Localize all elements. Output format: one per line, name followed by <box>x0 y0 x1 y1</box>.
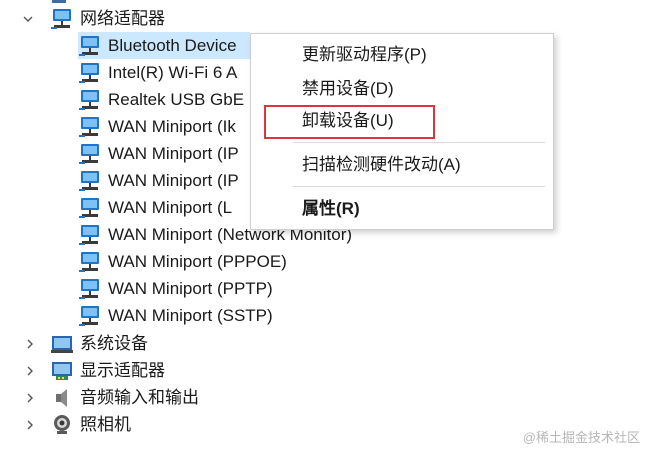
network-adapter-icon <box>78 278 102 300</box>
adapter-item[interactable]: WAN Miniport (SSTP) <box>78 302 273 329</box>
network-adapter-icon <box>50 8 74 30</box>
network-adapter-icon <box>78 224 102 246</box>
category-label: 系统设备 <box>80 334 148 353</box>
menu-item-properties[interactable]: 属性(R) <box>302 197 360 221</box>
network-adapter-icon <box>78 89 102 111</box>
adapter-item[interactable]: WAN Miniport (Ik <box>78 113 236 140</box>
network-adapter-icon <box>78 170 102 192</box>
network-adapter-icon <box>78 251 102 273</box>
adapter-label: WAN Miniport (SSTP) <box>108 306 273 325</box>
camera-icon <box>54 414 70 434</box>
adapter-item[interactable]: Intel(R) Wi-Fi 6 A <box>78 59 237 86</box>
menu-item-disable-device[interactable]: 禁用设备(D) <box>302 77 394 101</box>
category-label: 照相机 <box>80 415 131 434</box>
system-devices-icon <box>51 335 73 353</box>
chevron-right-icon[interactable] <box>24 338 36 350</box>
network-adapter-icon <box>78 197 102 219</box>
network-adapter-icon <box>78 62 102 84</box>
menu-item-scan-hardware[interactable]: 扫描检测硬件改动(A) <box>302 153 461 177</box>
category-label: 网络适配器 <box>80 9 165 28</box>
adapter-item[interactable]: Bluetooth Device <box>78 32 250 59</box>
network-adapter-icon <box>78 143 102 165</box>
adapter-label: Realtek USB GbE <box>108 90 245 109</box>
adapter-label: Intel(R) Wi-Fi 6 A <box>108 63 238 82</box>
adapter-label: WAN Miniport (PPPOE) <box>108 252 287 271</box>
speaker-icon <box>56 388 67 407</box>
menu-separator <box>293 186 545 187</box>
adapter-label: Bluetooth Device <box>108 36 237 55</box>
adapter-label: WAN Miniport (IP <box>108 144 239 163</box>
category-camera[interactable]: 照相机 <box>22 411 131 438</box>
adapter-item[interactable]: WAN Miniport (IP <box>78 140 239 167</box>
category-audio-io[interactable]: 音频输入和输出 <box>22 384 199 411</box>
network-adapter-icon <box>78 35 102 57</box>
display-adapter-icon <box>52 361 72 380</box>
adapter-item[interactable]: WAN Miniport (L <box>78 194 232 221</box>
adapter-item[interactable]: WAN Miniport (IP <box>78 167 239 194</box>
category-system-devices[interactable]: 系统设备 <box>22 330 148 357</box>
adapter-label: WAN Miniport (PPTP) <box>108 279 273 298</box>
chevron-right-icon[interactable] <box>24 392 36 404</box>
watermark: @稀土掘金技术社区 <box>522 430 640 445</box>
network-adapter-icon <box>78 305 102 327</box>
chevron-right-icon[interactable] <box>24 365 36 377</box>
category-display-adapters[interactable]: 显示适配器 <box>22 357 165 384</box>
adapter-label: WAN Miniport (L <box>108 198 233 217</box>
partial-icon <box>52 0 66 3</box>
chevron-down-icon[interactable] <box>22 13 34 25</box>
adapter-item[interactable]: WAN Miniport (PPTP) <box>78 275 273 302</box>
menu-separator <box>293 142 545 143</box>
category-label: 显示适配器 <box>80 361 165 380</box>
adapter-item[interactable]: Realtek USB GbE <box>78 86 244 113</box>
annotation-highlight-box <box>264 105 435 139</box>
adapter-item[interactable]: WAN Miniport (PPPOE) <box>78 248 287 275</box>
category-network-adapters[interactable]: 网络适配器 <box>22 5 165 32</box>
adapter-label: WAN Miniport (IP <box>108 171 239 190</box>
network-adapter-icon <box>78 116 102 138</box>
chevron-right-icon[interactable] <box>24 419 36 431</box>
menu-item-update-driver[interactable]: 更新驱动程序(P) <box>302 43 427 67</box>
category-label: 音频输入和输出 <box>80 388 199 407</box>
adapter-label: WAN Miniport (Ik <box>108 117 236 136</box>
